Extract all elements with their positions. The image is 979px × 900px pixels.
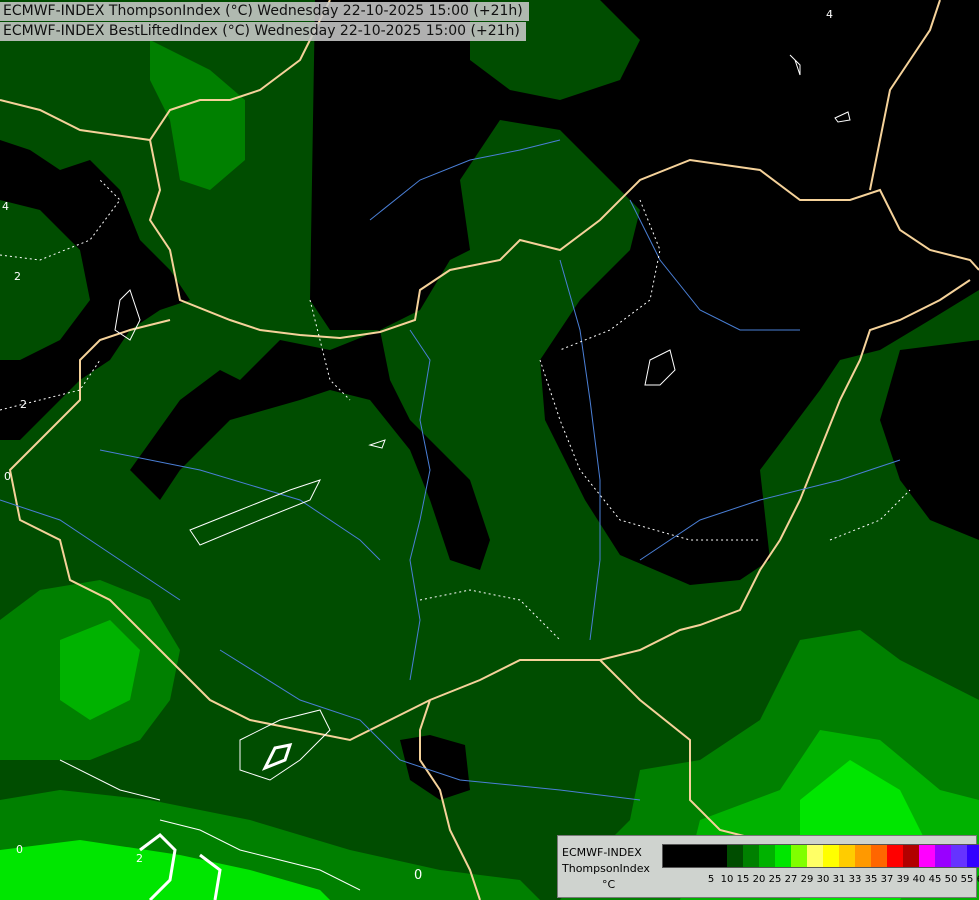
legend-swatch bbox=[823, 845, 839, 867]
legend-swatch bbox=[679, 845, 695, 867]
contour-label-4-northeast: 4 bbox=[826, 8, 833, 21]
contour-label-2-southwest: 2 bbox=[20, 398, 27, 411]
legend-tick-label: 10 bbox=[720, 874, 734, 885]
legend-tick-label: 20 bbox=[752, 874, 766, 885]
legend-swatch bbox=[919, 845, 935, 867]
legend-tick-label: 25 bbox=[768, 874, 782, 885]
legend-swatch bbox=[759, 845, 775, 867]
legend-swatch bbox=[807, 845, 823, 867]
legend-tick-label: 40 bbox=[912, 874, 926, 885]
contour-label-0-west: 0 bbox=[4, 470, 11, 483]
legend-swatch bbox=[951, 845, 967, 867]
legend-tick-label: 5 bbox=[707, 874, 715, 885]
legend-tick-label: 55 bbox=[960, 874, 974, 885]
legend-tick-label: 35 bbox=[864, 874, 878, 885]
legend-swatch bbox=[871, 845, 887, 867]
legend-swatch bbox=[663, 845, 679, 867]
map-title-best-lifted-index: ECMWF-INDEX BestLiftedIndex (°C) Wednesd… bbox=[0, 22, 526, 41]
color-legend: ECMWF-INDEX ThompsonIndex °C 5 10 15 20 25 27… bbox=[557, 835, 979, 898]
legend-swatch bbox=[887, 845, 903, 867]
legend-tick-label: 29 bbox=[800, 874, 814, 885]
contour-label-2-south: 2 bbox=[136, 852, 143, 865]
legend-swatch bbox=[711, 845, 727, 867]
legend-tick-label: 31 bbox=[832, 874, 846, 885]
legend-swatch bbox=[967, 845, 979, 867]
legend-swatch bbox=[743, 845, 759, 867]
legend-parameter-label: ThompsonIndex bbox=[562, 862, 650, 875]
legend-model-label: ECMWF-INDEX bbox=[562, 846, 642, 859]
contour-label-4-west: 4 bbox=[2, 200, 9, 213]
legend-swatch bbox=[839, 845, 855, 867]
legend-swatch bbox=[695, 845, 711, 867]
map-title-thompson-index: ECMWF-INDEX ThompsonIndex (°C) Wednesday… bbox=[0, 2, 529, 21]
legend-swatch bbox=[935, 845, 951, 867]
legend-tick-label: 30 bbox=[816, 874, 830, 885]
weather-map bbox=[0, 0, 979, 900]
contour-label-2-west: 2 bbox=[14, 270, 21, 283]
legend-swatch bbox=[903, 845, 919, 867]
legend-swatch bbox=[727, 845, 743, 867]
legend-tick-label: 39 bbox=[896, 874, 910, 885]
legend-unit-label: °C bbox=[602, 878, 616, 891]
legend-swatch bbox=[855, 845, 871, 867]
legend-tick-label: 50 bbox=[944, 874, 958, 885]
contour-label-0-southcenter: 0 bbox=[414, 868, 423, 883]
legend-tick-label: 45 bbox=[928, 874, 942, 885]
contour-label-0-south: 0 bbox=[16, 843, 23, 856]
legend-swatch bbox=[775, 845, 791, 867]
legend-tick-label: 27 bbox=[784, 874, 798, 885]
legend-tick-label: 33 bbox=[848, 874, 862, 885]
legend-tick-label: 37 bbox=[880, 874, 894, 885]
legend-swatch bbox=[791, 845, 807, 867]
legend-tick-label: 15 bbox=[736, 874, 750, 885]
legend-swatches bbox=[662, 844, 979, 868]
